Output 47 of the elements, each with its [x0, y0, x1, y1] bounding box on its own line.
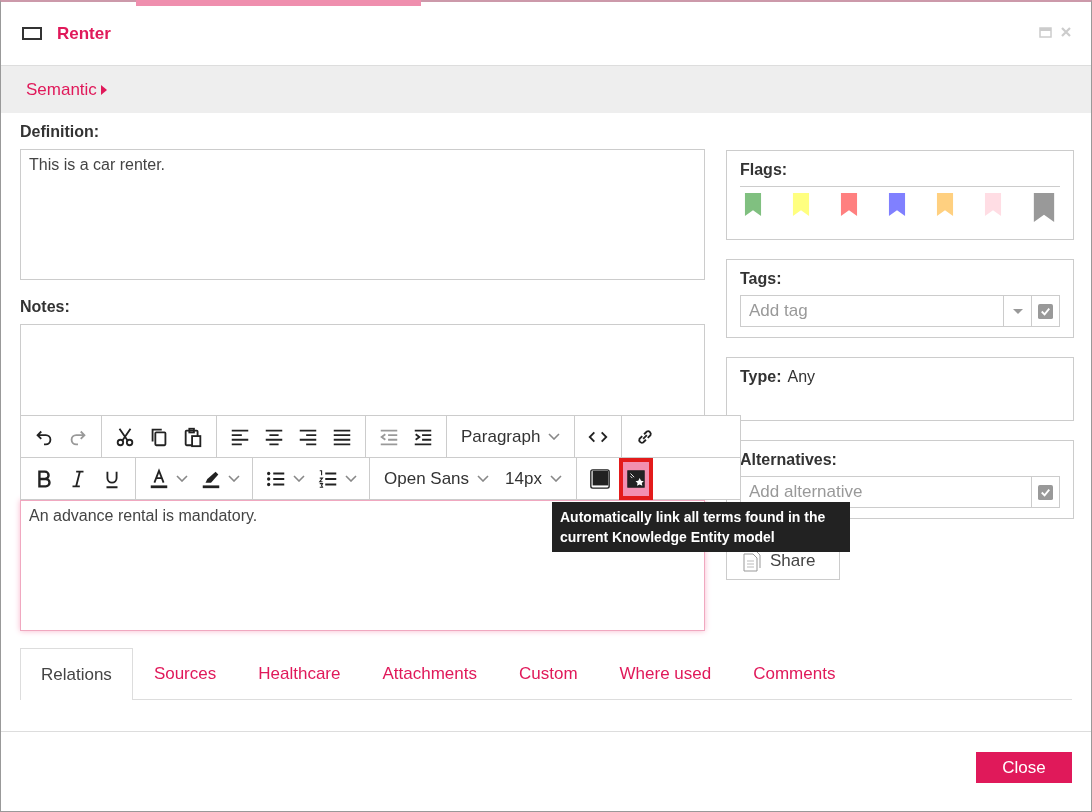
chevron-icon — [477, 475, 490, 482]
star-link-icon — [624, 467, 647, 490]
alternative-input-field[interactable]: Add alternative — [740, 476, 1032, 508]
panel-label: Flags: — [740, 161, 1060, 187]
font-color-icon — [148, 467, 170, 490]
panel-label: Alternatives: — [740, 451, 838, 469]
panel-label: Type: — [740, 368, 782, 386]
dropdown[interactable]: Paragraph — [455, 420, 567, 453]
book-icon — [588, 467, 611, 490]
window-icon — [22, 27, 42, 40]
tag-input-field[interactable]: Add tag — [740, 295, 1004, 327]
chevron-icon — [548, 433, 561, 440]
breadcrumb-link[interactable]: Semantic — [26, 79, 97, 100]
tab[interactable]: Comments — [732, 648, 857, 699]
panel-label: Tags: — [740, 270, 783, 288]
paste-icon — [182, 425, 204, 448]
checkbox-icon — [1038, 484, 1053, 500]
tab[interactable]: Where used — [598, 648, 733, 699]
tab[interactable]: Attachments — [361, 648, 498, 699]
close-button[interactable]: Close — [976, 752, 1072, 783]
confirm-button[interactable] — [1032, 295, 1060, 327]
dropdown-button[interactable] — [1004, 295, 1032, 327]
dropdown[interactable]: 14px — [499, 462, 568, 495]
tab[interactable]: Relations — [20, 648, 133, 700]
field-label: Notes: — [20, 297, 71, 317]
flag-icon[interactable] — [1032, 193, 1056, 222]
chevron-icon — [176, 475, 188, 482]
chevron-icon — [549, 475, 562, 482]
chevron-icon — [293, 475, 305, 482]
tooltip: Automatically link all terms found in the current Knowledge Entity model — [552, 502, 850, 552]
chevron-icon — [345, 475, 357, 482]
caret-icon — [1012, 308, 1023, 314]
flag-icon[interactable] — [888, 193, 906, 216]
field-label: Definition: — [20, 122, 101, 142]
chevron-icon — [228, 475, 240, 482]
caret-icon — [100, 84, 107, 95]
definition-field[interactable]: This is a car renter. — [20, 149, 705, 280]
window-title: Renter — [57, 23, 112, 44]
type-value: Any — [787, 368, 816, 386]
tab[interactable]: Sources — [132, 648, 238, 699]
documents-icon — [742, 550, 762, 572]
confirm-button[interactable] — [1032, 476, 1060, 508]
numbered-list-icon — [317, 467, 339, 490]
tab[interactable]: Healthcare — [237, 648, 362, 699]
dropdown[interactable]: Open Sans — [378, 462, 496, 495]
checkbox-icon — [1038, 303, 1053, 319]
tab[interactable]: Custom — [497, 648, 599, 699]
